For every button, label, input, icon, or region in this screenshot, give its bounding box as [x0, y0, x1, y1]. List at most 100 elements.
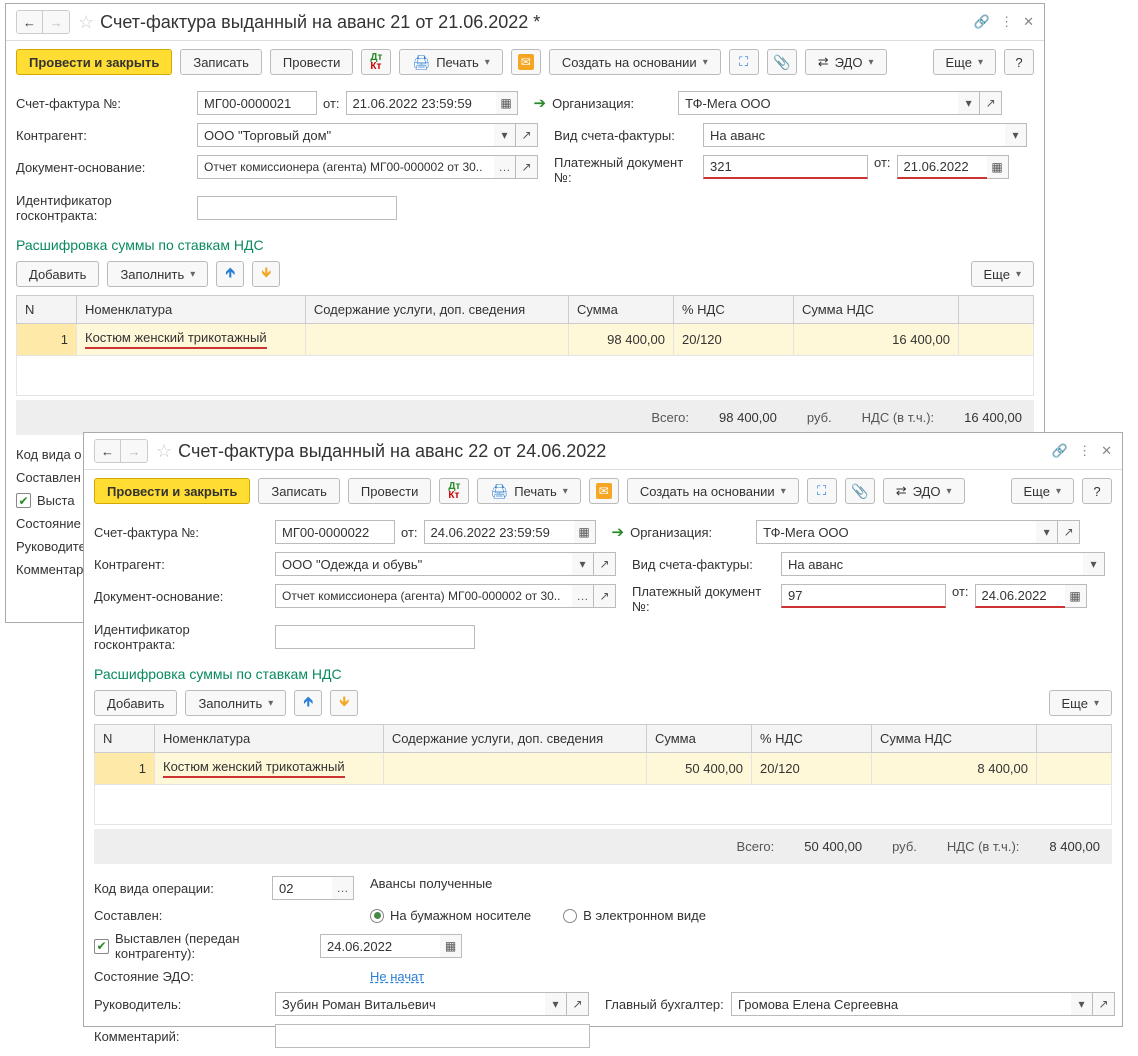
table-more-button[interactable]: Еще ▾	[971, 261, 1034, 287]
kontr-input[interactable]: ООО "Одежда и обувь"	[275, 552, 572, 576]
dropdown-button[interactable]: ▾	[1071, 992, 1093, 1016]
dropdown-button[interactable]: ▾	[1005, 123, 1027, 147]
open-button[interactable]: ↗	[567, 992, 589, 1016]
move-down-button[interactable]: 🡻	[252, 261, 280, 287]
open-button[interactable]: ↗	[980, 91, 1002, 115]
structure-button[interactable]: ⛶	[729, 49, 759, 75]
edo-button[interactable]: ⇄ЭДО▾	[805, 49, 887, 75]
invoice-type-input[interactable]: На аванс	[703, 123, 1005, 147]
pay-no-input[interactable]: 321	[703, 155, 868, 179]
electronic-radio[interactable]	[563, 909, 577, 923]
dropdown-button[interactable]: ▾	[958, 91, 980, 115]
open-button[interactable]: ↗	[594, 552, 616, 576]
table-row[interactable]: 1 Костюм женский трикотажный 98 400,00 2…	[17, 324, 1034, 356]
date-input[interactable]: 21.06.2022 23:59:59	[346, 91, 496, 115]
open-button[interactable]: ↗	[516, 155, 538, 179]
link-icon[interactable]: 🔗	[1052, 443, 1068, 459]
close-icon[interactable]: ✕	[1023, 14, 1034, 30]
edo-button[interactable]: ⇄ЭДО▾	[883, 478, 965, 504]
ellipsis-button[interactable]: …	[572, 584, 594, 608]
create-base-button[interactable]: Создать на основании▾	[627, 478, 799, 504]
ellipsis-button[interactable]: …	[332, 876, 354, 900]
move-up-button[interactable]: 🡹	[216, 261, 244, 287]
dtkt-button[interactable]: ДтКт	[361, 49, 391, 75]
table-row[interactable]	[95, 785, 1112, 825]
org-input[interactable]: ТФ-Мега ООО	[678, 91, 958, 115]
dtkt-button[interactable]: ДтКт	[439, 478, 469, 504]
calendar-button[interactable]: ▦	[987, 155, 1009, 179]
pay-no-input[interactable]: 97	[781, 584, 946, 608]
star-icon[interactable]: ☆	[78, 12, 94, 33]
structure-button[interactable]: ⛶	[807, 478, 837, 504]
attach-button[interactable]: 📎	[767, 49, 797, 75]
star-icon[interactable]: ☆	[156, 441, 172, 462]
calendar-button[interactable]: ▦	[440, 934, 462, 958]
print-button[interactable]: 🖨Печать▾	[399, 49, 502, 75]
go-icon[interactable]: ➔	[534, 94, 547, 112]
open-button[interactable]: ↗	[1058, 520, 1080, 544]
nav-back-button[interactable]: ←	[17, 11, 43, 33]
post-button[interactable]: Провести	[348, 478, 432, 504]
issued-checkbox[interactable]	[16, 493, 31, 508]
write-button[interactable]: Записать	[180, 49, 262, 75]
help-button[interactable]: ?	[1004, 49, 1034, 75]
op-code-input[interactable]: 02	[272, 876, 332, 900]
more-button[interactable]: Еще▾	[933, 49, 996, 75]
create-base-button[interactable]: Создать на основании▾	[549, 49, 721, 75]
invoice-type-input[interactable]: На аванс	[781, 552, 1083, 576]
link-icon[interactable]: 🔗	[974, 14, 990, 30]
print-button[interactable]: 🖨Печать▾	[477, 478, 580, 504]
chief-acc-input[interactable]: Громова Елена Сергеевна	[731, 992, 1071, 1016]
post-close-button[interactable]: Провести и закрыть	[94, 478, 250, 504]
invoice-no-input[interactable]: МГ00-0000022	[275, 520, 395, 544]
gos-id-input[interactable]	[197, 196, 397, 220]
base-doc-input[interactable]: Отчет комиссионера (агента) МГ00-000002 …	[275, 584, 572, 608]
table-row[interactable]	[17, 356, 1034, 396]
go-icon[interactable]: ➔	[612, 523, 625, 541]
write-button[interactable]: Записать	[258, 478, 340, 504]
post-button[interactable]: Провести	[270, 49, 354, 75]
table-row[interactable]: 1 Костюм женский трикотажный 50 400,00 2…	[95, 753, 1112, 785]
move-down-button[interactable]: 🡻	[330, 690, 358, 716]
table-more-button[interactable]: Еще ▾	[1049, 690, 1112, 716]
paper-radio[interactable]	[370, 909, 384, 923]
nav-forward-button[interactable]: →	[121, 440, 147, 462]
ellipsis-button[interactable]: …	[494, 155, 516, 179]
add-button[interactable]: Добавить	[94, 690, 177, 716]
post-close-button[interactable]: Провести и закрыть	[16, 49, 172, 75]
base-doc-input[interactable]: Отчет комиссионера (агента) МГ00-000002 …	[197, 155, 494, 179]
dropdown-button[interactable]: ▾	[494, 123, 516, 147]
issued-checkbox[interactable]	[94, 939, 109, 954]
nds-table[interactable]: N Номенклатура Содержание услуги, доп. с…	[94, 724, 1112, 825]
director-input[interactable]: Зубин Роман Витальевич	[275, 992, 545, 1016]
close-icon[interactable]: ✕	[1101, 443, 1112, 459]
menu-icon[interactable]: ⋮	[1000, 14, 1013, 30]
fill-button[interactable]: Заполнить ▾	[107, 261, 208, 287]
comment-input[interactable]	[275, 1024, 590, 1048]
menu-icon[interactable]: ⋮	[1078, 443, 1091, 459]
fill-button[interactable]: Заполнить ▾	[185, 690, 286, 716]
dropdown-button[interactable]: ▾	[572, 552, 594, 576]
calendar-button[interactable]: ▦	[1065, 584, 1087, 608]
more-button[interactable]: Еще▾	[1011, 478, 1074, 504]
pay-date-input[interactable]: 24.06.2022	[975, 584, 1065, 608]
gos-id-input[interactable]	[275, 625, 475, 649]
open-button[interactable]: ↗	[516, 123, 538, 147]
help-button[interactable]: ?	[1082, 478, 1112, 504]
attach-button[interactable]: 📎	[845, 478, 875, 504]
dropdown-button[interactable]: ▾	[545, 992, 567, 1016]
pay-date-input[interactable]: 21.06.2022	[897, 155, 987, 179]
dropdown-button[interactable]: ▾	[1036, 520, 1058, 544]
calendar-button[interactable]: ▦	[574, 520, 596, 544]
add-button[interactable]: Добавить	[16, 261, 99, 287]
nav-back-button[interactable]: ←	[95, 440, 121, 462]
edo-state-link[interactable]: Не начат	[370, 969, 424, 984]
open-button[interactable]: ↗	[594, 584, 616, 608]
move-up-button[interactable]: 🡹	[294, 690, 322, 716]
mail-button[interactable]: ✉	[589, 478, 619, 504]
dropdown-button[interactable]: ▾	[1083, 552, 1105, 576]
mail-button[interactable]: ✉	[511, 49, 541, 75]
invoice-no-input[interactable]: МГ00-0000021	[197, 91, 317, 115]
nds-table[interactable]: N Номенклатура Содержание услуги, доп. с…	[16, 295, 1034, 396]
kontr-input[interactable]: ООО "Торговый дом"	[197, 123, 494, 147]
